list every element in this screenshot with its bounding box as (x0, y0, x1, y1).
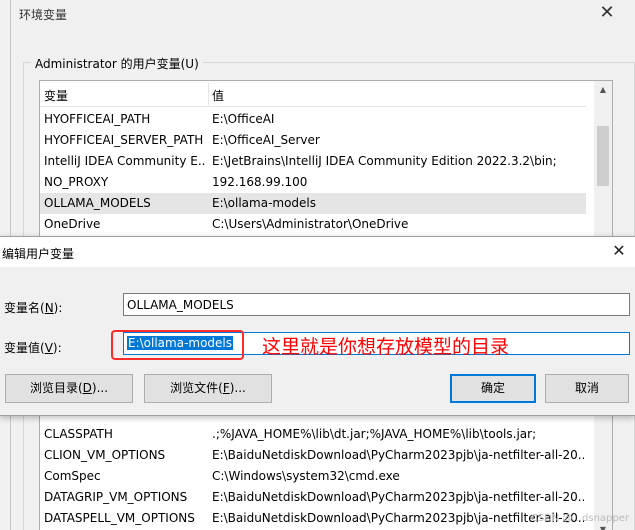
table-row[interactable]: ComSpec C:\Windows\system32\cmd.exe (40, 466, 586, 487)
variable-name-cell: HYOFFICEAI_SERVER_PATH (44, 133, 204, 147)
variable-value-cell: E:\OfficeAI_Server (212, 133, 320, 147)
column-header-variable[interactable]: 变量 (44, 87, 68, 104)
browse-directory-button[interactable]: 浏览目录(D)... (5, 374, 133, 403)
table-row[interactable]: DATAGRIP_VM_OPTIONS E:\BaiduNetdiskDownlo… (40, 487, 586, 508)
watermark: CSDN @...dsnapper (530, 513, 629, 524)
table-row[interactable]: IntelliJ IDEA Community E... E:\JetBrains… (40, 151, 586, 172)
variable-name-cell: DATASPELL_VM_OPTIONS (44, 511, 195, 525)
table-row[interactable]: HYOFFICEAI_SERVER_PATH E:\OfficeAI_Server (40, 130, 586, 151)
variable-value-cell: E:\BaiduNetdiskDownload\PyCharm2023pjb\j… (212, 511, 584, 525)
annotation-highlight-box (111, 330, 244, 360)
variable-name-label: 变量名(N): (4, 301, 63, 315)
window-title: 环境变量 (19, 8, 68, 22)
variable-name-cell: OneDrive (44, 217, 101, 231)
dialog-title: 编辑用户变量 (2, 247, 75, 261)
variable-value-cell: E:\BaiduNetdiskDownload\PyCharm2023pjb\j… (212, 490, 584, 504)
variable-name-cell: DATAGRIP_VM_OPTIONS (44, 490, 188, 504)
table-row[interactable]: OneDrive C:\Users\Administrator\OneDrive (40, 214, 586, 235)
variable-name-cell: CLION_VM_OPTIONS (44, 448, 166, 462)
variable-value-cell: E:\OfficeAI (212, 112, 275, 126)
browse-file-button[interactable]: 浏览文件(F)... (144, 374, 272, 403)
scroll-up-icon[interactable]: ▲ (594, 81, 612, 99)
variable-name-cell: ComSpec (44, 469, 101, 483)
close-icon[interactable]: ✕ (595, 2, 619, 26)
table-row[interactable]: NO_PROXY 192.168.99.100 (40, 172, 586, 193)
dialog-titlebar: 编辑用户变量 ✕ (0, 237, 635, 267)
table-row[interactable]: CLION_VM_OPTIONS E:\BaiduNetdiskDownload\… (40, 445, 586, 466)
variable-name-cell: IntelliJ IDEA Community E... (44, 154, 206, 168)
ok-button[interactable]: 确定 (450, 374, 536, 403)
table-row[interactable]: CLASSPATH .;%JAVA_HOME%\lib\dt.jar;%JAVA_… (40, 424, 586, 445)
table-row[interactable]: OLLAMA_MODELS E:\ollama-models (40, 193, 586, 214)
variable-name-cell: OLLAMA_MODELS (44, 196, 151, 210)
annotation-text: 这里就是你想存放模型的目录 (262, 336, 510, 358)
user-variables-label: Administrator 的用户变量(U) (31, 55, 203, 72)
variable-value-cell: E:\JetBrains\IntelliJ IDEA Community Edi… (212, 154, 557, 168)
variable-value-cell: 192.168.99.100 (212, 175, 308, 189)
table-row[interactable]: DATASPELL_VM_OPTIONS E:\BaiduNetdiskDownl… (40, 508, 586, 529)
variable-value-label: 变量值(V): (4, 341, 62, 355)
variable-name-cell: CLASSPATH (44, 427, 113, 441)
variable-value-cell: C:\Users\Administrator\OneDrive (212, 217, 409, 231)
variable-name-input[interactable] (123, 293, 630, 316)
variable-value-cell: C:\Windows\system32\cmd.exe (212, 469, 400, 483)
variable-value-cell: E:\BaiduNetdiskDownload\PyCharm2023pjb\j… (212, 448, 584, 462)
variable-name-cell: HYOFFICEAI_PATH (44, 112, 151, 126)
column-header-value[interactable]: 值 (212, 87, 224, 104)
column-separator (208, 83, 209, 105)
close-icon[interactable]: ✕ (609, 241, 629, 261)
table-row[interactable]: HYOFFICEAI_PATH E:\OfficeAI (40, 109, 586, 130)
cancel-button[interactable]: 取消 (545, 374, 629, 403)
edit-user-variable-dialog: 编辑用户变量 ✕ 变量名(N): 变量值(V): E:\ollama-model… (0, 236, 635, 416)
variable-name-cell: NO_PROXY (44, 175, 109, 189)
variable-value-cell: E:\ollama-models (212, 196, 317, 210)
list-header: 变量 值 (40, 81, 586, 107)
variable-value-cell: .;%JAVA_HOME%\lib\dt.jar;%JAVA_HOME%\lib… (212, 427, 537, 441)
scrollbar-thumb[interactable] (597, 126, 609, 186)
